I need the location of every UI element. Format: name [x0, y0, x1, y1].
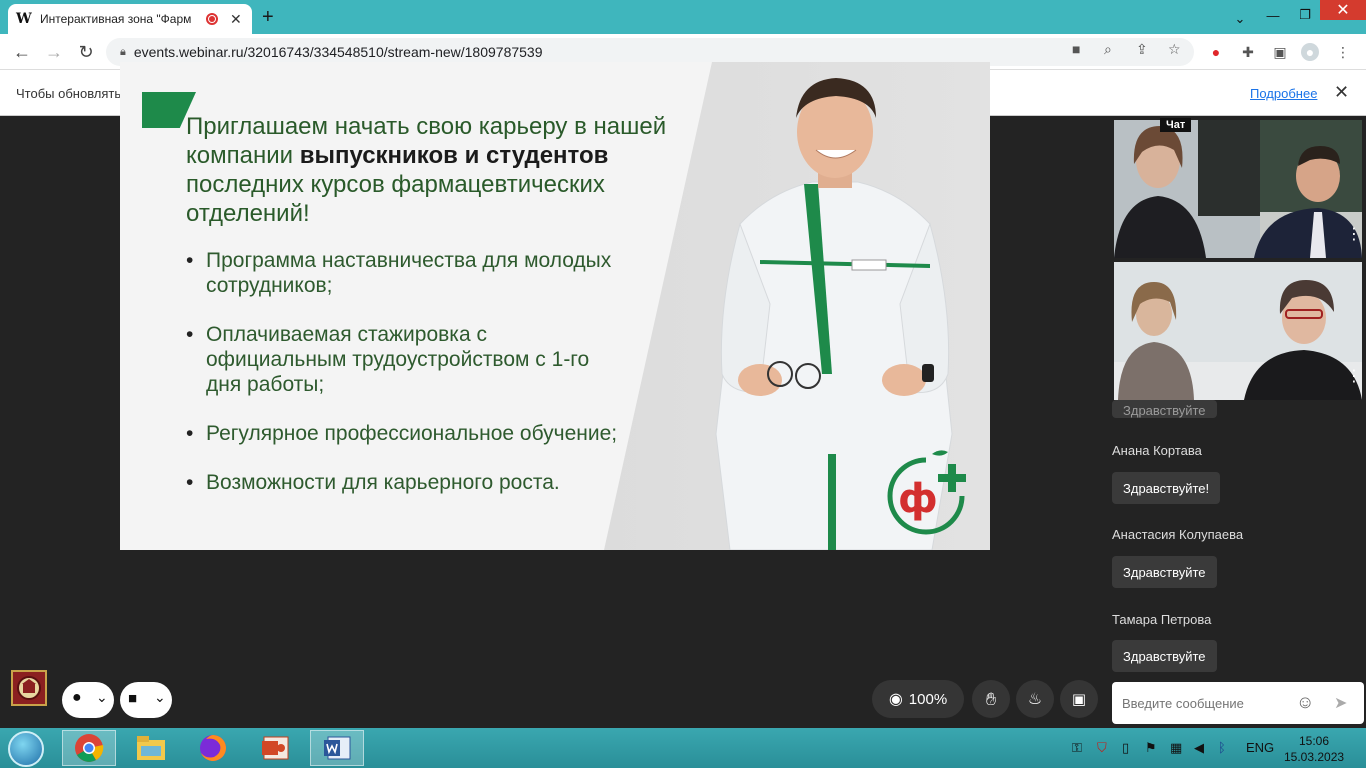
chat-author: Анастасия Колупаева [1112, 527, 1244, 542]
chat-message: Здравствуйте [1112, 640, 1217, 672]
chat-tab-label[interactable]: Чат [1160, 118, 1192, 132]
organization-logo [11, 670, 47, 706]
folder-icon [137, 736, 165, 760]
eye-icon: ◉ [888, 691, 903, 708]
microphone-icon[interactable]: ● [72, 689, 82, 707]
tray-device-icon[interactable]: ▯ [1122, 740, 1129, 756]
tray-language[interactable]: ENG [1246, 740, 1274, 755]
chrome-icon [75, 734, 104, 762]
url-text: events.webinar.ru/32016743/334548510/str… [133, 44, 543, 60]
new-tab-button[interactable]: + [262, 6, 274, 29]
viewers-indicator[interactable]: ◉ 100% [872, 680, 964, 718]
microphone-control: ● ⌄ [62, 682, 114, 718]
powerpoint-icon [262, 736, 289, 760]
taskbar-clock[interactable]: 15:06 15.03.2023 [1284, 733, 1344, 765]
browser-tab[interactable]: W Интерактивная зона "Фарм ✕ [8, 4, 252, 34]
tab-search-chevron-down-icon[interactable]: ⌄ [1230, 6, 1250, 32]
back-arrow-icon[interactable]: ← [10, 40, 34, 64]
camera-blocked-icon[interactable]: ■ [1072, 41, 1080, 57]
participant-video-1[interactable]: ⋮ [1114, 120, 1362, 258]
reactions-button[interactable]: ♨ [1016, 680, 1054, 718]
window-close-button[interactable]: ✕ [1320, 0, 1366, 20]
tray-network-icon[interactable]: ▦ [1170, 740, 1182, 756]
slide-bullet: Регулярное профессиональное обучение; [186, 421, 626, 446]
presentation-slide: Приглашаем начать свою карьеру в нашей к… [120, 62, 990, 550]
camera-control: ■ ⌄ [120, 682, 172, 718]
video-1-kebab-icon[interactable]: ⋮ [1346, 224, 1362, 244]
tray-volume-icon[interactable]: ◀ [1194, 740, 1204, 756]
tab-close-icon[interactable]: ✕ [230, 11, 242, 28]
pip-icon: ▣ [1071, 691, 1087, 708]
taskbar-firefox[interactable] [186, 730, 240, 766]
menu-kebab-icon[interactable]: ⋮ [1334, 43, 1352, 61]
pharmacy-logo: ф [887, 450, 966, 535]
firefox-icon [200, 735, 226, 761]
taskbar-powerpoint[interactable] [248, 730, 302, 766]
mic-chevron-down-icon[interactable]: ⌄ [96, 689, 108, 706]
taskbar-explorer[interactable] [124, 730, 178, 766]
org-emblem [17, 676, 41, 700]
video-feed-1 [1114, 120, 1362, 258]
bookmark-star-icon[interactable]: ☆ [1168, 41, 1181, 58]
zoom-icon[interactable]: ⌕ [1104, 41, 1112, 58]
chat-message: Здравствуйте! [1112, 472, 1221, 504]
emoji-icon[interactable]: ☺ [1296, 692, 1314, 713]
flame-icon: ♨ [1027, 691, 1043, 708]
recording-icon [206, 13, 218, 25]
send-icon[interactable]: ➤ [1334, 693, 1347, 713]
slide-bullet: Программа наставничества для молодых сот… [186, 248, 626, 298]
tab-title: Интерактивная зона "Фарм [40, 12, 192, 26]
window-restore-button[interactable]: ❐ [1290, 2, 1320, 28]
opera-extension-icon[interactable]: ● [1207, 43, 1225, 61]
video-feed-2 [1114, 262, 1362, 400]
chat-message: Здравствуйте [1112, 556, 1217, 588]
viewers-percent: 100% [908, 690, 948, 708]
raise-hand-button[interactable]: ✋︎ [972, 680, 1010, 718]
tray-network-lock-icon[interactable]: ⚿ [1072, 740, 1082, 756]
participant-video-2[interactable]: ⋮ [1114, 262, 1362, 400]
clock-date: 15.03.2023 [1284, 750, 1345, 764]
tab-strip: W Интерактивная зона "Фарм ✕ + ⌄ — ❐ ✕ [0, 0, 1366, 34]
forward-arrow-icon[interactable]: → [42, 40, 66, 64]
taskbar-chrome[interactable] [62, 730, 116, 766]
taskbar-word[interactable] [310, 730, 364, 766]
video-2-kebab-icon[interactable]: ⋮ [1346, 366, 1362, 386]
start-button[interactable] [8, 731, 44, 767]
chat-author: Тамара Петрова [1112, 612, 1212, 627]
slide-bullet: Возможности для карьерного роста. [186, 470, 626, 495]
extensions-puzzle-icon[interactable]: ✚ [1239, 43, 1257, 61]
chat-author: Анана Кортава [1112, 443, 1202, 458]
webinar-favicon: W [16, 11, 32, 27]
chat-input-box: ☺ ➤ [1112, 682, 1364, 724]
picture-in-picture-button[interactable]: ▣ [1060, 680, 1098, 718]
hand-icon: ✋︎ [985, 688, 997, 709]
infobar-more-link[interactable]: Подробнее [1250, 86, 1317, 101]
tray-antivirus-icon[interactable]: ⛉ [1097, 740, 1107, 756]
window-minimize-button[interactable]: — [1258, 2, 1288, 28]
slide-bullet-list: Программа наставничества для молодых сот… [186, 248, 626, 519]
svg-text:ф: ф [898, 476, 938, 522]
chat-message-input[interactable] [1112, 682, 1292, 724]
share-icon[interactable]: ⇪ [1136, 41, 1148, 58]
slide-bullet: Оплачиваемая стажировка с официальным тр… [186, 322, 626, 397]
side-panel-icon[interactable]: ▣ [1271, 43, 1289, 61]
profile-avatar-icon[interactable]: ● [1301, 43, 1319, 61]
clock-time: 15:06 [1298, 734, 1330, 748]
camera-chevron-down-icon[interactable]: ⌄ [154, 689, 166, 706]
windows-taskbar: ⚿ ⛉ ▯ ⚑ ▦ ◀ ᛒ ENG 15:06 15.03.2023 [0, 728, 1366, 768]
tray-flag-icon[interactable]: ⚑ [1145, 740, 1157, 756]
reload-icon[interactable]: ↻ [74, 40, 98, 64]
infobar-close-icon[interactable]: ✕ [1334, 82, 1349, 103]
slide-headline: Приглашаем начать свою карьеру в нашей к… [186, 113, 667, 227]
camera-icon[interactable]: ■ [128, 690, 137, 707]
lock-icon: 🔒︎ [120, 45, 126, 58]
word-icon [324, 736, 351, 760]
tray-bluetooth-icon[interactable]: ᛒ [1218, 740, 1226, 755]
chat-message-partial: Здравствуйте [1112, 400, 1217, 418]
